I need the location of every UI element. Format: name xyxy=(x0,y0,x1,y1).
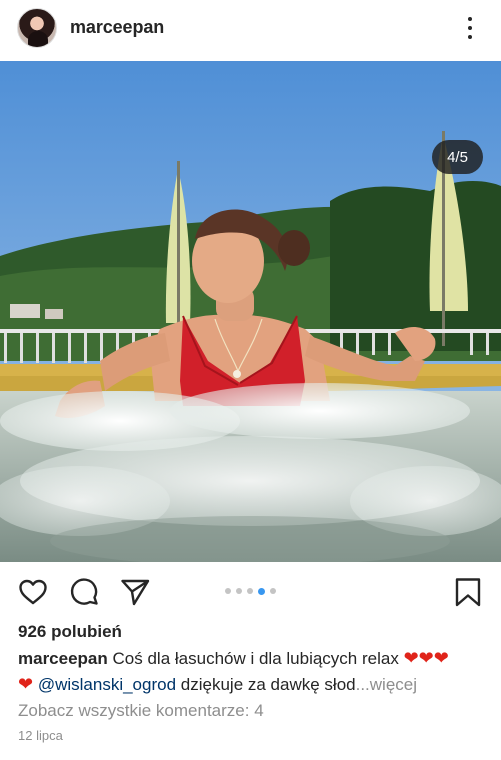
post-username[interactable]: marceepan xyxy=(70,17,164,38)
more-options-icon[interactable] xyxy=(460,15,480,41)
action-bar xyxy=(0,570,501,614)
post-date: 12 lipca xyxy=(18,728,63,743)
caption-mention[interactable]: @wislanski_ogrod xyxy=(38,675,176,694)
caption-text: Coś dla łasuchów i dla lubiących relax xyxy=(112,649,399,668)
post-header: marceepan xyxy=(0,0,501,58)
comment-icon[interactable] xyxy=(69,576,101,608)
heart-emoji: ❤❤❤ xyxy=(403,648,449,668)
post-photo[interactable]: 4/5 xyxy=(0,61,501,562)
carousel-dot xyxy=(270,588,276,594)
post-caption: marceepan Coś dla łasuchów i dla lubiący… xyxy=(18,646,488,698)
carousel-dot-active xyxy=(258,587,265,595)
view-all-comments-link[interactable]: Zobacz wszystkie komentarze: 4 xyxy=(18,701,264,721)
carousel-dot xyxy=(236,588,242,594)
carousel-indicator xyxy=(225,587,276,595)
carousel-dot xyxy=(247,588,253,594)
carousel-dot xyxy=(225,588,231,594)
avatar[interactable] xyxy=(17,8,57,48)
more-link[interactable]: ...więcej xyxy=(356,675,417,694)
caption-text-continued: dziękuje za dawkę słod xyxy=(180,675,356,694)
hot-tub-photo xyxy=(0,61,501,562)
heart-emoji: ❤ xyxy=(18,674,34,694)
heart-icon[interactable] xyxy=(17,576,49,608)
likes-count[interactable]: 926 polubień xyxy=(18,622,122,642)
bookmark-icon[interactable] xyxy=(452,576,484,608)
caption-username[interactable]: marceepan xyxy=(18,649,108,668)
share-icon[interactable] xyxy=(119,576,151,608)
carousel-counter: 4/5 xyxy=(432,140,483,174)
